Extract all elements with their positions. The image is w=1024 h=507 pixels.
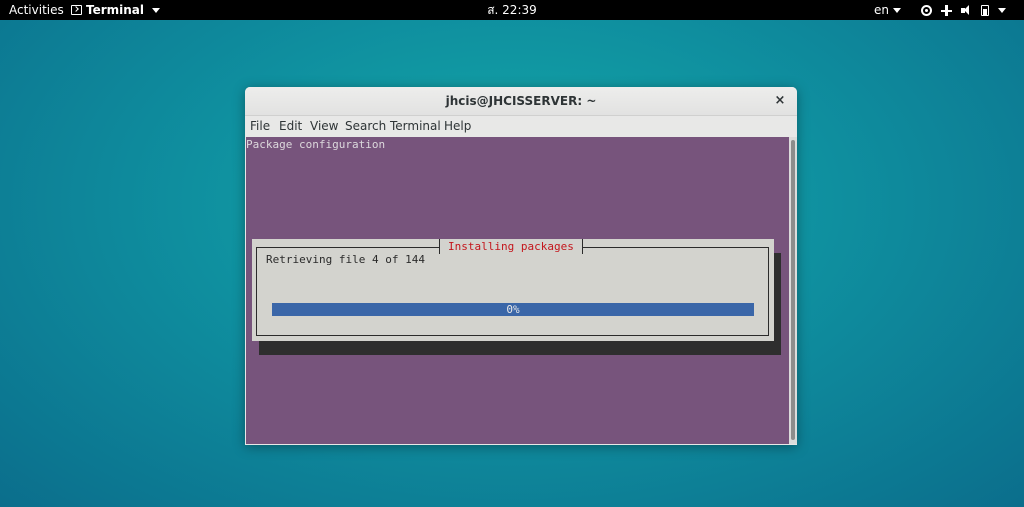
terminal-scrollbar[interactable]	[789, 137, 797, 444]
clock[interactable]: ส. 22:39	[0, 0, 1024, 20]
system-tray[interactable]	[921, 0, 1006, 20]
dialog-title: Installing packages	[439, 239, 583, 254]
menu-view[interactable]: View	[310, 116, 338, 136]
terminal-screen[interactable]: Package configuration Installing package…	[246, 137, 789, 444]
close-button[interactable]: ×	[773, 94, 787, 108]
window-title: jhcis@JHCISSERVER: ~	[445, 94, 597, 108]
menu-search[interactable]: Search	[345, 116, 386, 136]
menu-help[interactable]: Help	[444, 116, 471, 136]
tree-icon[interactable]	[941, 4, 952, 16]
scrollbar-thumb[interactable]	[791, 140, 795, 440]
battery-icon[interactable]	[981, 4, 989, 16]
chevron-down-icon	[893, 7, 901, 13]
top-bar: Activities Terminal ส. 22:39 en	[0, 0, 1024, 20]
dialog-message: Retrieving file 4 of 144	[266, 253, 425, 266]
terminal-header-text: Package configuration	[246, 138, 386, 151]
terminal-window[interactable]: jhcis@JHCISSERVER: ~ × File Edit View Se…	[245, 87, 797, 445]
menu-terminal[interactable]: Terminal	[390, 116, 441, 136]
progress-bar: 0%	[272, 303, 754, 316]
language-label: en	[874, 3, 889, 17]
menu-file[interactable]: File	[250, 116, 270, 136]
network-icon[interactable]	[921, 4, 932, 16]
menu-bar: File Edit View Search Terminal Help	[245, 116, 797, 136]
progress-label: 0%	[506, 303, 520, 316]
language-menu[interactable]: en	[874, 0, 901, 20]
menu-edit[interactable]: Edit	[279, 116, 302, 136]
title-bar[interactable]: jhcis@JHCISSERVER: ~ ×	[245, 87, 797, 116]
chevron-down-icon[interactable]	[998, 7, 1006, 13]
install-dialog: Installing packages Retrieving file 4 of…	[252, 239, 774, 341]
volume-icon[interactable]	[961, 4, 972, 16]
